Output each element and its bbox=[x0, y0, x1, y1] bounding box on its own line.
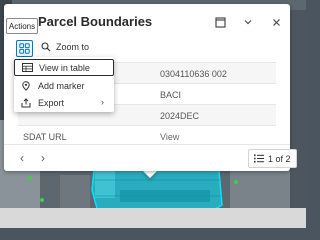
actions-grid-icon bbox=[19, 43, 30, 54]
actions-menu: View in table Add marker Export › bbox=[14, 57, 114, 112]
actions-button[interactable] bbox=[16, 40, 33, 57]
attribute-value: BACI bbox=[160, 90, 182, 100]
previous-feature-button[interactable]: ‹ bbox=[20, 151, 24, 165]
menu-item-view-in-table[interactable]: View in table bbox=[14, 59, 114, 76]
dock-button[interactable] bbox=[210, 12, 230, 32]
chevron-down-icon bbox=[244, 20, 252, 25]
attribute-value: 0304110636 002 bbox=[160, 69, 227, 79]
pager-text: 1 of 2 bbox=[268, 153, 291, 164]
table-icon bbox=[15, 63, 39, 72]
export-icon bbox=[14, 97, 38, 108]
actions-tooltip: Actions bbox=[6, 18, 38, 34]
menu-item-export[interactable]: Export › bbox=[14, 94, 114, 111]
popup-title: Parcel Boundaries bbox=[38, 14, 153, 29]
close-button[interactable] bbox=[266, 12, 286, 32]
attribute-value: 2024DEC bbox=[160, 111, 200, 121]
marker-icon bbox=[14, 80, 38, 91]
zoom-to-button[interactable]: Zoom to bbox=[41, 42, 89, 52]
close-icon bbox=[272, 18, 280, 26]
zoom-to-label: Zoom to bbox=[56, 42, 90, 52]
list-icon bbox=[254, 154, 264, 163]
table-row: SDAT URL View bbox=[18, 125, 276, 146]
attribute-key: SDAT URL bbox=[23, 132, 67, 142]
menu-item-label: Export bbox=[38, 97, 65, 108]
popup-footer: ‹ › 1 of 2 bbox=[4, 144, 297, 171]
menu-item-label: Add marker bbox=[38, 80, 85, 91]
next-feature-button[interactable]: › bbox=[41, 151, 45, 165]
menu-item-label: View in table bbox=[39, 62, 90, 73]
popup-header: Parcel Boundaries bbox=[4, 4, 290, 38]
chevron-right-icon: › bbox=[101, 97, 104, 107]
dock-icon bbox=[214, 16, 226, 28]
collapse-button[interactable] bbox=[238, 12, 258, 32]
menu-item-add-marker[interactable]: Add marker bbox=[14, 77, 114, 94]
zoom-icon bbox=[41, 42, 51, 52]
feature-pager-button[interactable]: 1 of 2 bbox=[248, 149, 297, 168]
map-footer-strip bbox=[0, 208, 306, 228]
sdat-view-link[interactable]: View bbox=[160, 132, 179, 142]
